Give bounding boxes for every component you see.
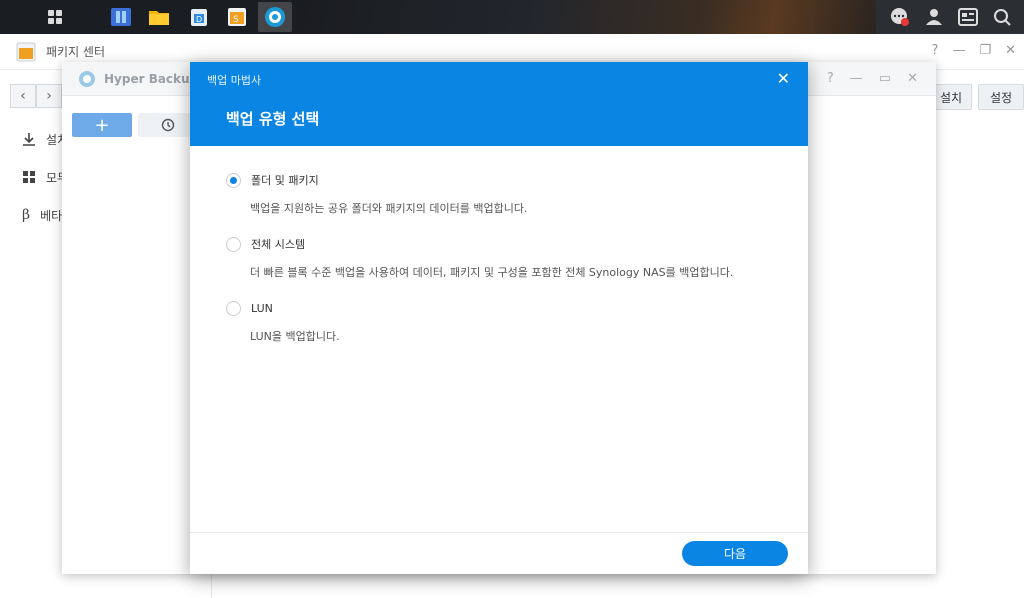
drive-icon: D bbox=[191, 9, 207, 26]
hyper-backup-window-controls: ? — ▭ ✕ bbox=[827, 71, 918, 86]
backup-wizard-dialog: 백업 마법사 ✕ 백업 유형 선택 폴더 및 패키지 백업을 지원하는 공유 폴… bbox=[190, 62, 808, 574]
close-icon[interactable]: ✕ bbox=[1005, 43, 1016, 58]
beta-icon: β bbox=[22, 207, 31, 223]
settings-button[interactable]: 설정 bbox=[978, 84, 1024, 110]
widgets-icon[interactable] bbox=[957, 8, 978, 26]
history-nav: ‹ › bbox=[10, 84, 62, 108]
minimize-icon[interactable]: — bbox=[850, 71, 863, 86]
taskbar-app-file-station[interactable] bbox=[142, 2, 176, 32]
taskbar-app-drive[interactable]: D bbox=[182, 2, 216, 32]
option-entire-system[interactable]: 전체 시스템 bbox=[226, 234, 772, 254]
taskbar-app-storage[interactable] bbox=[104, 2, 138, 32]
radio-button[interactable] bbox=[226, 300, 241, 316]
hyper-backup-icon bbox=[79, 70, 95, 87]
svg-text:D: D bbox=[196, 15, 202, 24]
wizard-footer: 다음 bbox=[190, 532, 808, 574]
option-label: 폴더 및 패키지 bbox=[251, 174, 319, 187]
search-icon[interactable] bbox=[993, 8, 1011, 26]
chevron-left-icon: ‹ bbox=[20, 88, 26, 104]
next-button[interactable]: 다음 bbox=[682, 541, 788, 566]
close-icon[interactable]: ✕ bbox=[777, 69, 790, 88]
main-menu-button[interactable] bbox=[14, 0, 96, 34]
restore-button[interactable] bbox=[138, 113, 198, 137]
download-icon bbox=[23, 133, 35, 146]
package-center-icon: S bbox=[228, 8, 246, 26]
add-backup-button[interactable]: + bbox=[72, 113, 132, 137]
taskbar: D S bbox=[0, 0, 1024, 34]
main-menu-icon bbox=[48, 10, 62, 24]
option-description: 백업을 지원하는 공유 폴더와 패키지의 데이터를 백업합니다. bbox=[250, 202, 528, 215]
restore-icon[interactable]: ❐ bbox=[979, 43, 991, 58]
hyper-backup-title: Hyper Backup bbox=[104, 71, 199, 86]
history-icon bbox=[161, 118, 175, 132]
package-center-icon bbox=[16, 42, 36, 61]
help-icon[interactable]: ? bbox=[827, 71, 834, 86]
install-button[interactable]: 설치 bbox=[930, 84, 972, 110]
folder-icon bbox=[149, 11, 169, 25]
minimize-icon[interactable]: — bbox=[952, 43, 965, 58]
grid-icon bbox=[23, 171, 35, 183]
close-icon[interactable]: ✕ bbox=[907, 71, 918, 86]
radio-button[interactable] bbox=[226, 172, 241, 188]
option-description: 더 빠른 블록 수준 백업을 사용하여 데이터, 패키지 및 구성을 포함한 전… bbox=[250, 266, 734, 279]
taskbar-tray bbox=[876, 0, 1024, 34]
chevron-right-icon: › bbox=[46, 88, 52, 104]
wizard-header: 백업 마법사 ✕ 백업 유형 선택 bbox=[190, 62, 808, 146]
package-center-window-controls: ? — ❐ ✕ bbox=[932, 43, 1016, 58]
option-lun[interactable]: LUN bbox=[226, 298, 772, 318]
option-label: 전체 시스템 bbox=[251, 238, 306, 251]
help-icon[interactable]: ? bbox=[932, 43, 939, 58]
taskbar-app-hyper-backup[interactable] bbox=[258, 2, 292, 32]
storage-manager-icon bbox=[111, 8, 131, 26]
maximize-icon[interactable]: ▭ bbox=[879, 71, 891, 86]
back-button[interactable]: ‹ bbox=[10, 84, 36, 108]
option-description: LUN을 백업합니다. bbox=[250, 330, 340, 343]
radio-button[interactable] bbox=[226, 236, 241, 252]
chat-notification-icon[interactable] bbox=[890, 7, 910, 27]
option-folders-packages[interactable]: 폴더 및 패키지 bbox=[226, 170, 772, 190]
wizard-heading: 백업 유형 선택 bbox=[226, 110, 320, 128]
taskbar-app-package-center[interactable]: S bbox=[220, 2, 254, 32]
hyper-backup-icon bbox=[265, 7, 285, 27]
forward-button[interactable]: › bbox=[36, 84, 62, 108]
wizard-window-title: 백업 마법사 bbox=[207, 74, 262, 87]
wizard-body: 폴더 및 패키지 백업을 지원하는 공유 폴더와 패키지의 데이터를 백업합니다… bbox=[190, 146, 808, 370]
package-center-title: 패키지 센터 bbox=[46, 45, 106, 59]
taskbar-wallpaper bbox=[296, 0, 876, 34]
user-icon[interactable] bbox=[925, 8, 943, 26]
option-label: LUN bbox=[251, 301, 273, 315]
svg-text:S: S bbox=[233, 15, 239, 25]
sidebar-item-label: 베타 bbox=[40, 208, 63, 223]
